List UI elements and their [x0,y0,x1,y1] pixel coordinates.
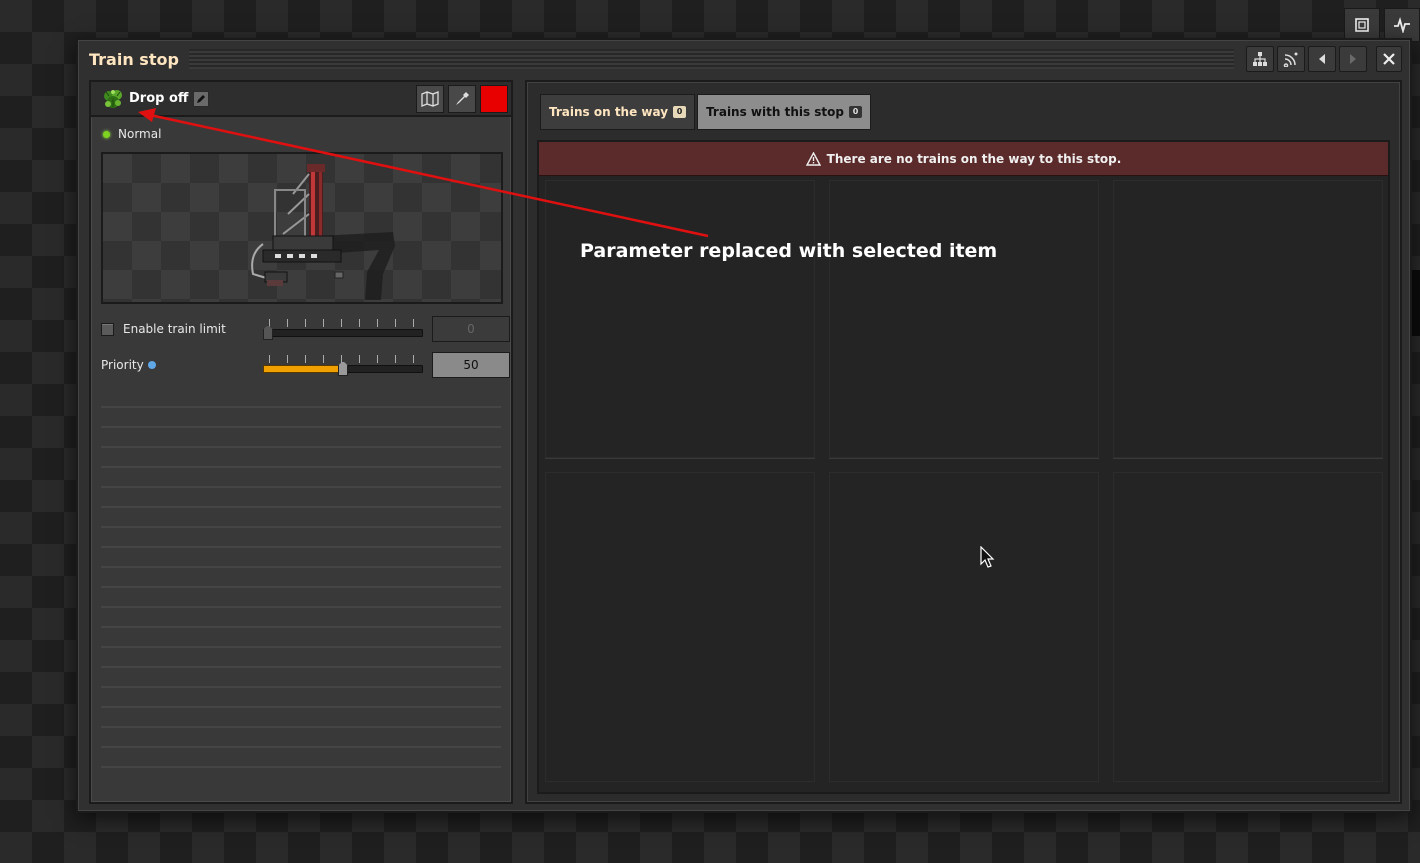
map-icon[interactable] [416,84,444,113]
priority-value-field[interactable]: 50 [432,352,510,378]
entity-preview[interactable] [101,152,503,304]
priority-label: Priority [101,358,144,372]
priority-row: Priority 50 [101,352,510,378]
train-limit-label: Enable train limit [123,322,226,336]
train-limit-checkbox[interactable] [101,322,114,336]
annotation-text: Parameter replaced with selected item [580,240,998,262]
priority-slider[interactable] [263,354,423,376]
warning-text: There are no trains on the way to this s… [826,151,1122,166]
empty-list-area [101,388,501,768]
stop-panel: Drop off Normal Enable train limit 0 Pri… [89,80,513,804]
warning-icon [805,151,821,166]
stop-header-buttons [416,84,508,113]
slider-fill [263,365,343,373]
count-badge: 0 [849,106,863,118]
trains-panel: Trains on the way 0 Trains with this sto… [525,80,1402,804]
trains-content: There are no trains on the way to this s… [537,140,1390,794]
slider-track [263,329,423,337]
mouse-cursor-icon [980,546,995,568]
title-bar[interactable]: Train stop [78,40,1410,78]
train-slot [545,180,815,458]
stop-color-button[interactable] [480,84,508,113]
screen-edge-panel [1412,270,1420,336]
slot-divider [545,458,815,459]
slot-divider [1113,458,1383,459]
arrow-right-icon[interactable] [1339,46,1367,72]
tab-trains-with-this-stop[interactable]: Trains with this stop 0 [697,94,872,130]
tab-label: Trains on the way [549,105,669,119]
train-stop-window: Train stop Drop off Normal Enable train … [76,38,1412,813]
stop-name: Drop off [129,91,189,106]
slider-knob[interactable] [263,325,273,340]
status-indicator: Normal [103,127,161,141]
eyedropper-icon[interactable] [448,84,476,113]
train-slot [829,180,1099,458]
pulse-icon[interactable] [1384,8,1420,42]
tab-label: Trains with this stop [706,105,845,119]
slider-ticks [269,319,417,327]
info-icon[interactable] [147,361,156,369]
count-badge: 0 [673,106,687,118]
tab-trains-on-the-way[interactable]: Trains on the way 0 [540,94,696,130]
rename-button[interactable] [193,90,210,107]
train-stop-preview-image [251,164,395,300]
arrow-left-icon[interactable] [1308,46,1336,72]
warning-banner: There are no trains on the way to this s… [539,142,1388,176]
pencil-icon [197,94,206,103]
train-slot [829,472,1099,782]
signal-icon[interactable] [1277,46,1305,72]
drag-handle[interactable] [188,49,1234,69]
train-limit-slider[interactable] [263,318,423,340]
train-slot [1113,180,1383,458]
status-text: Normal [118,127,162,141]
map-select-icon[interactable] [1344,8,1380,42]
slider-knob[interactable] [338,361,348,376]
status-dot-icon [103,130,110,138]
tab-bar: Trains on the way 0 Trains with this sto… [540,94,872,130]
train-limit-value-field[interactable]: 0 [432,316,510,342]
top-toolbar [1338,8,1420,42]
network-icon[interactable] [1246,46,1274,72]
stop-header: Drop off [91,82,511,117]
window-title: Train stop [89,49,179,69]
slot-divider [829,458,1099,459]
title-buttons [1246,46,1402,72]
close-icon[interactable] [1376,46,1402,72]
train-slot [545,472,815,782]
train-limit-row: Enable train limit 0 [101,316,510,342]
parameter-plant-icon[interactable] [101,87,125,111]
train-slot [1113,472,1383,782]
